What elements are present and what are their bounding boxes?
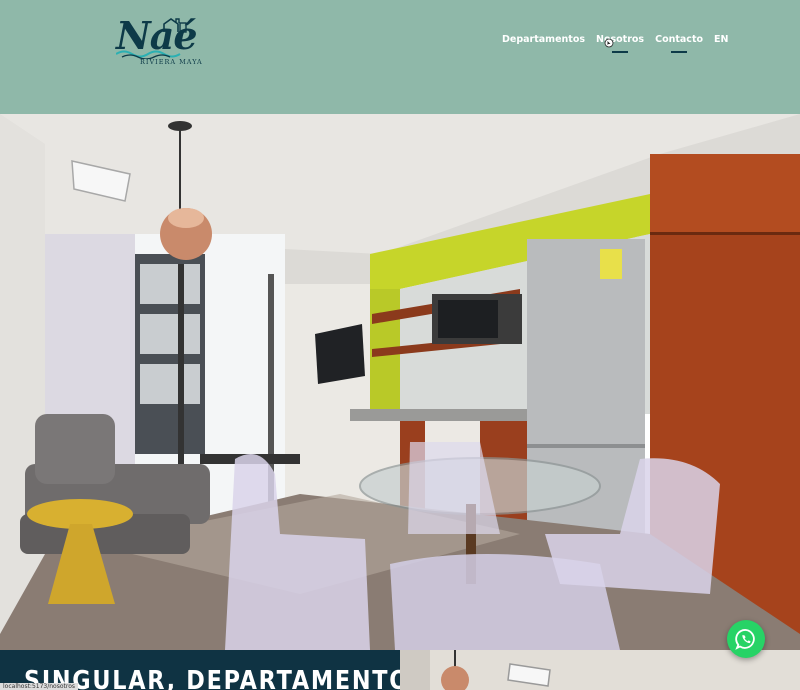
- apartment-interior-photo: [0, 114, 800, 650]
- hero-image: [0, 114, 800, 650]
- status-bar-url: localhost:5173/nosotros: [0, 683, 78, 690]
- brand-tagline: RIVIERA MAYA: [140, 58, 203, 66]
- nav-departamentos[interactable]: Departamentos: [502, 34, 585, 46]
- nav-contacto[interactable]: Contacto: [655, 34, 704, 53]
- nav-label: Departamentos: [502, 34, 586, 45]
- cursor-icon: [604, 38, 614, 48]
- nav-label: EN: [714, 34, 729, 45]
- whatsapp-button[interactable]: [727, 620, 765, 658]
- section-title: SINGULAR, DEPARTAMENTO CON: [24, 666, 400, 690]
- nav-underline: [671, 51, 688, 53]
- nav-language-en[interactable]: EN: [714, 34, 728, 46]
- brand-logo[interactable]: Naé RIVIERA MAYA: [112, 14, 202, 70]
- whatsapp-icon: [735, 629, 755, 650]
- house-icon: [163, 18, 187, 33]
- site-header: Naé RIVIERA MAYA Departamentos Nosotros …: [0, 0, 800, 114]
- nav-underline: [612, 51, 629, 53]
- nav-label: Contacto: [655, 34, 704, 45]
- main-nav: Departamentos Nosotros Contacto EN: [502, 34, 739, 53]
